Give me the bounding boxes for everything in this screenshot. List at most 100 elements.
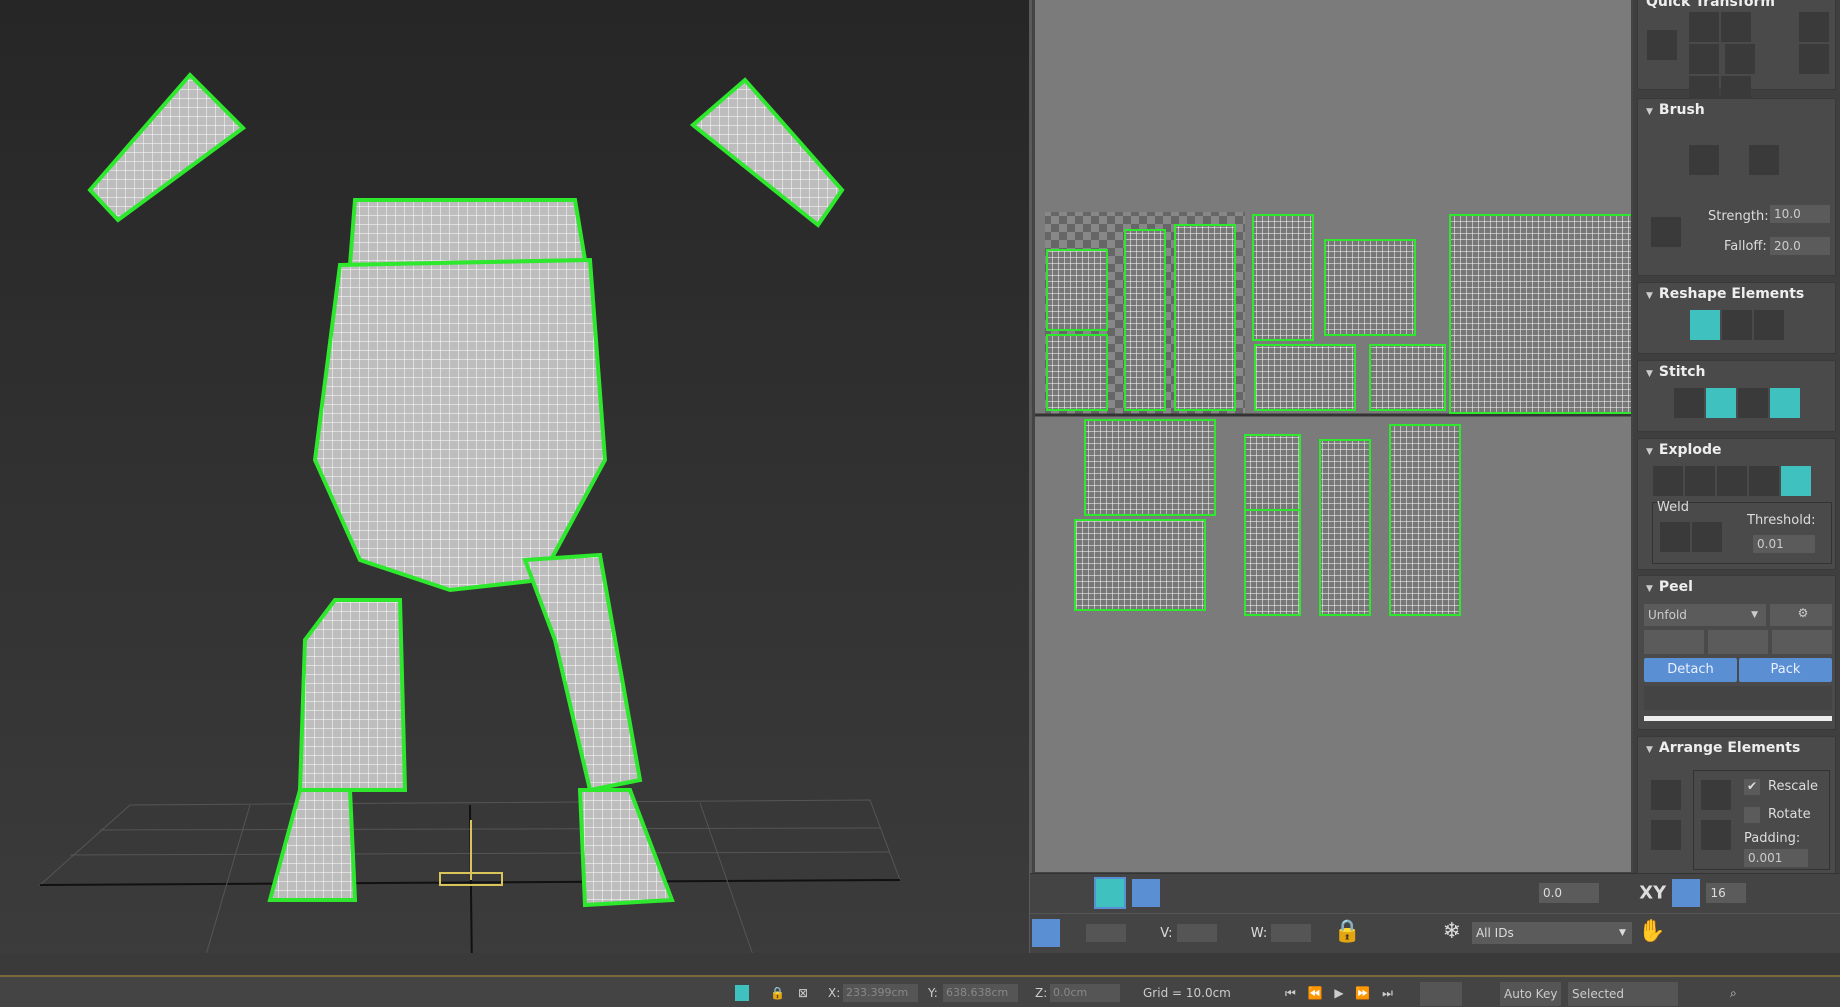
z-coordinate-field[interactable]: 0.0cm bbox=[1050, 984, 1120, 1002]
shrink-selection-icon[interactable] bbox=[1200, 879, 1228, 907]
padding-spinner[interactable]: 0.001 bbox=[1744, 849, 1808, 867]
peel-mode-dropdown[interactable]: Unfold ▼ bbox=[1644, 604, 1766, 626]
falloff-curve-icon[interactable] bbox=[1605, 879, 1633, 907]
explode-by-material-icon[interactable] bbox=[1749, 466, 1779, 496]
rollout-header[interactable]: ▼ Arrange Elements bbox=[1638, 737, 1835, 759]
perspective-viewport[interactable] bbox=[0, 0, 1032, 976]
rotate-checkbox[interactable] bbox=[1744, 807, 1760, 823]
uvw-toggle-icon[interactable] bbox=[1032, 919, 1060, 947]
brush-move-icon[interactable] bbox=[1689, 145, 1719, 175]
ring-shrink-icon[interactable] bbox=[1401, 879, 1429, 907]
relax-until-flat-icon[interactable] bbox=[1721, 310, 1752, 340]
loop-shrink-icon[interactable] bbox=[1300, 879, 1328, 907]
snap-icon[interactable] bbox=[1770, 919, 1798, 947]
soft-selection-falloff-spinner[interactable]: 0.0 bbox=[1538, 883, 1599, 903]
v-field[interactable] bbox=[1176, 924, 1217, 942]
ring-grow-icon[interactable] bbox=[1369, 879, 1397, 907]
polygon-mode-icon[interactable] bbox=[1094, 877, 1126, 909]
zoom-region-icon[interactable] bbox=[1706, 919, 1734, 947]
quick-peel-icon[interactable] bbox=[1644, 630, 1704, 654]
stitch-average-icon[interactable] bbox=[1737, 388, 1768, 418]
x-coordinate-field[interactable]: 233.399cm bbox=[843, 984, 918, 1002]
detach-button[interactable]: Detach bbox=[1644, 658, 1737, 682]
vertex-mode-icon[interactable] bbox=[1032, 879, 1060, 907]
rollout-header[interactable]: ▼ Reshape Elements bbox=[1638, 283, 1835, 305]
loop-icon[interactable] bbox=[1236, 879, 1264, 907]
weld-all-icon[interactable] bbox=[1692, 522, 1722, 552]
lock-icon[interactable]: 🔒 bbox=[770, 986, 785, 1000]
soft-selection-icon[interactable] bbox=[1505, 879, 1533, 907]
pan-hand-icon[interactable]: ✋ bbox=[1638, 919, 1666, 947]
strength-spinner[interactable]: 10.0 bbox=[1770, 205, 1830, 223]
rescale-checkbox[interactable]: ✔ bbox=[1744, 779, 1760, 795]
hide-show-icon[interactable] bbox=[1370, 919, 1398, 947]
stitch-to-target-icon[interactable] bbox=[1705, 388, 1736, 418]
grow-selection-icon[interactable] bbox=[1168, 879, 1196, 907]
edge-mode-icon[interactable] bbox=[1064, 879, 1092, 907]
rotate-ccw-icon[interactable] bbox=[1689, 44, 1719, 74]
ring-icon[interactable] bbox=[1337, 879, 1365, 907]
element-select-icon[interactable] bbox=[1132, 879, 1161, 907]
isolate-icon[interactable] bbox=[1402, 919, 1430, 947]
weld-selected-icon[interactable] bbox=[1660, 522, 1690, 552]
uv-editor-canvas[interactable] bbox=[1035, 0, 1651, 872]
auto-key-button[interactable]: Auto Key bbox=[1500, 982, 1562, 1006]
set-key-button[interactable] bbox=[1420, 982, 1462, 1006]
paint-select-icon[interactable] bbox=[1437, 879, 1465, 907]
pack-custom-icon[interactable] bbox=[1651, 780, 1681, 810]
loop-grow-icon[interactable] bbox=[1268, 879, 1296, 907]
align-vertical-icon[interactable] bbox=[1725, 44, 1756, 74]
stitch-to-source-icon[interactable] bbox=[1769, 388, 1800, 418]
zoom-extents-icon[interactable] bbox=[1738, 919, 1766, 947]
u-field[interactable] bbox=[1086, 924, 1127, 942]
stitch-custom-icon[interactable] bbox=[1673, 388, 1704, 418]
straighten-icon[interactable] bbox=[1721, 12, 1751, 42]
command-panel-tabs[interactable] bbox=[1665, 953, 1775, 975]
straighten-selection-icon[interactable] bbox=[1689, 310, 1720, 340]
explode-to-elements-icon[interactable] bbox=[1781, 466, 1811, 496]
limit-by-edges-icon[interactable] bbox=[1672, 879, 1701, 907]
reset-peel-icon[interactable] bbox=[1772, 630, 1832, 654]
absolute-mode-icon[interactable]: ⊠ bbox=[798, 986, 808, 1000]
rollout-header[interactable]: ▼ Stitch bbox=[1638, 361, 1835, 383]
pack-together-icon[interactable] bbox=[1651, 820, 1681, 850]
peel-mode-icon[interactable] bbox=[1708, 630, 1768, 654]
left-bracer bbox=[87, 72, 247, 223]
align-pivot-icon[interactable] bbox=[1647, 30, 1677, 60]
falloff-type-icon[interactable] bbox=[1651, 217, 1681, 247]
brush-relax-icon[interactable] bbox=[1749, 145, 1779, 175]
explode-by-angle-icon[interactable] bbox=[1685, 466, 1715, 496]
peel-settings-gear-icon[interactable]: ⚙ bbox=[1770, 604, 1832, 626]
uv-layout bbox=[1035, 212, 1651, 616]
zoom-icon[interactable]: ⌕ bbox=[1730, 986, 1737, 1001]
rollout-reshape-elements: ▼ Reshape Elements bbox=[1637, 282, 1836, 354]
material-id-filter-dropdown[interactable]: All IDs ▼ bbox=[1471, 922, 1632, 944]
rollout-header[interactable]: ▼ Brush bbox=[1638, 99, 1835, 121]
threshold-spinner[interactable]: 0.01 bbox=[1753, 535, 1815, 553]
lock-icon[interactable]: 🔒 bbox=[1334, 919, 1362, 947]
rollout-header[interactable]: ▼ Explode bbox=[1638, 439, 1835, 461]
edge-distance-spinner[interactable]: 16 bbox=[1706, 883, 1747, 903]
freeze-snowflake-icon[interactable]: ❄ bbox=[1438, 919, 1466, 947]
w-field[interactable] bbox=[1271, 924, 1312, 942]
key-filter-dropdown[interactable]: Selected bbox=[1568, 982, 1678, 1006]
y-coordinate-field[interactable]: 638.638cm bbox=[943, 984, 1018, 1002]
break-icon[interactable] bbox=[1653, 466, 1683, 496]
pack-button[interactable]: Pack bbox=[1739, 658, 1832, 682]
falloff-spinner[interactable]: 20.0 bbox=[1770, 237, 1830, 255]
pack-recenter-icon[interactable] bbox=[1701, 820, 1731, 850]
zoom-icon[interactable] bbox=[1674, 919, 1702, 947]
xy-falloff-space[interactable]: XY bbox=[1639, 883, 1666, 904]
brush-size-up-icon[interactable] bbox=[1469, 879, 1497, 907]
pin-tools[interactable] bbox=[1644, 686, 1832, 710]
align-horizontal-icon[interactable] bbox=[1689, 12, 1719, 42]
relax-icon[interactable] bbox=[1753, 310, 1784, 340]
playback-controls[interactable]: ⏮ ⏪ ▶ ⏩ ⏭ bbox=[1285, 986, 1397, 1001]
space-horizontal-icon[interactable] bbox=[1799, 12, 1829, 42]
selection-lock-icon[interactable] bbox=[735, 985, 749, 1001]
space-vertical-icon[interactable] bbox=[1799, 44, 1829, 74]
explode-by-polygroup-icon[interactable] bbox=[1717, 466, 1747, 496]
left-boot bbox=[267, 788, 358, 902]
rollout-header[interactable]: ▼ Peel bbox=[1638, 576, 1835, 598]
pack-normalize-icon[interactable] bbox=[1701, 780, 1731, 810]
